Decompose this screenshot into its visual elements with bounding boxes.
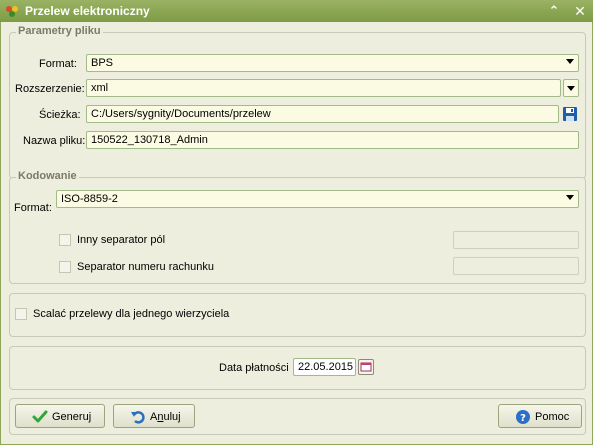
collapse-icon[interactable]: ⌃ [545,2,563,20]
help-button[interactable]: ? Pomoc [498,404,582,428]
path-value: C:/Users/sygnity/Documents/przelew [91,108,271,120]
close-icon[interactable]: ✕ [571,2,589,20]
format-select[interactable]: BPS [86,54,579,72]
calendar-icon[interactable] [358,359,374,375]
payment-date-value: 22.05.2015 [298,361,354,373]
save-icon[interactable] [562,106,578,122]
app-icon [6,6,18,17]
filename-label: Nazwa pliku: [23,135,86,147]
filename-field[interactable]: 150522_130718_Admin [86,131,579,149]
encoding-title: Kodowanie [16,170,79,182]
undo-icon [131,411,145,424]
format-label: Format: [39,58,77,70]
path-label: Ścieżka: [39,109,81,121]
svg-text:?: ? [520,413,526,424]
filename-value: 150522_130718_Admin [91,134,208,146]
check-icon [32,410,48,423]
other-separator-label: Inny separator pól [77,234,166,246]
extension-label: Rozszerzenie: [15,83,85,95]
encoding-format-label: Format: [14,202,52,214]
account-separator-input[interactable] [453,257,579,275]
path-field[interactable]: C:/Users/sygnity/Documents/przelew [86,105,559,123]
extension-dropdown-button[interactable] [563,79,579,97]
payment-date-label: Data płatności [219,362,289,374]
generate-button[interactable]: Generuj [15,404,105,428]
other-separator-checkbox[interactable] [59,234,71,246]
cancel-button[interactable]: Anuluj [113,404,195,428]
file-params-title: Parametry pliku [16,25,103,37]
encoding-format-select[interactable]: ISO-8859-2 [56,190,579,208]
cancel-label: Anuluj [150,411,181,423]
extension-combobox[interactable]: xml [86,79,561,97]
chevron-down-icon [566,59,574,64]
title-bar: Przelew elektroniczny ⌃ ✕ [0,0,593,22]
help-label: Pomoc [535,411,570,423]
help-icon: ? [516,410,530,424]
merge-label: Scalać przelewy dla jednego wierzyciela [33,308,230,320]
account-separator-label: Separator numeru rachunku [77,261,214,273]
window-title: Przelew elektroniczny [25,4,150,18]
account-separator-checkbox[interactable] [59,261,71,273]
encoding-format-value: ISO-8859-2 [61,193,118,205]
dialog-body: Parametry pliku Format: BPS Rozszerzenie… [0,22,593,445]
payment-date-field[interactable]: 22.05.2015 [293,358,356,376]
extension-value: xml [91,82,109,94]
calendar-glyph-icon [360,362,372,372]
format-select-value: BPS [91,57,114,69]
chevron-down-icon [566,195,574,200]
other-separator-input[interactable] [453,231,579,249]
merge-checkbox[interactable] [15,308,27,320]
generate-label: Generuj [52,411,92,423]
chevron-down-icon [567,86,575,91]
